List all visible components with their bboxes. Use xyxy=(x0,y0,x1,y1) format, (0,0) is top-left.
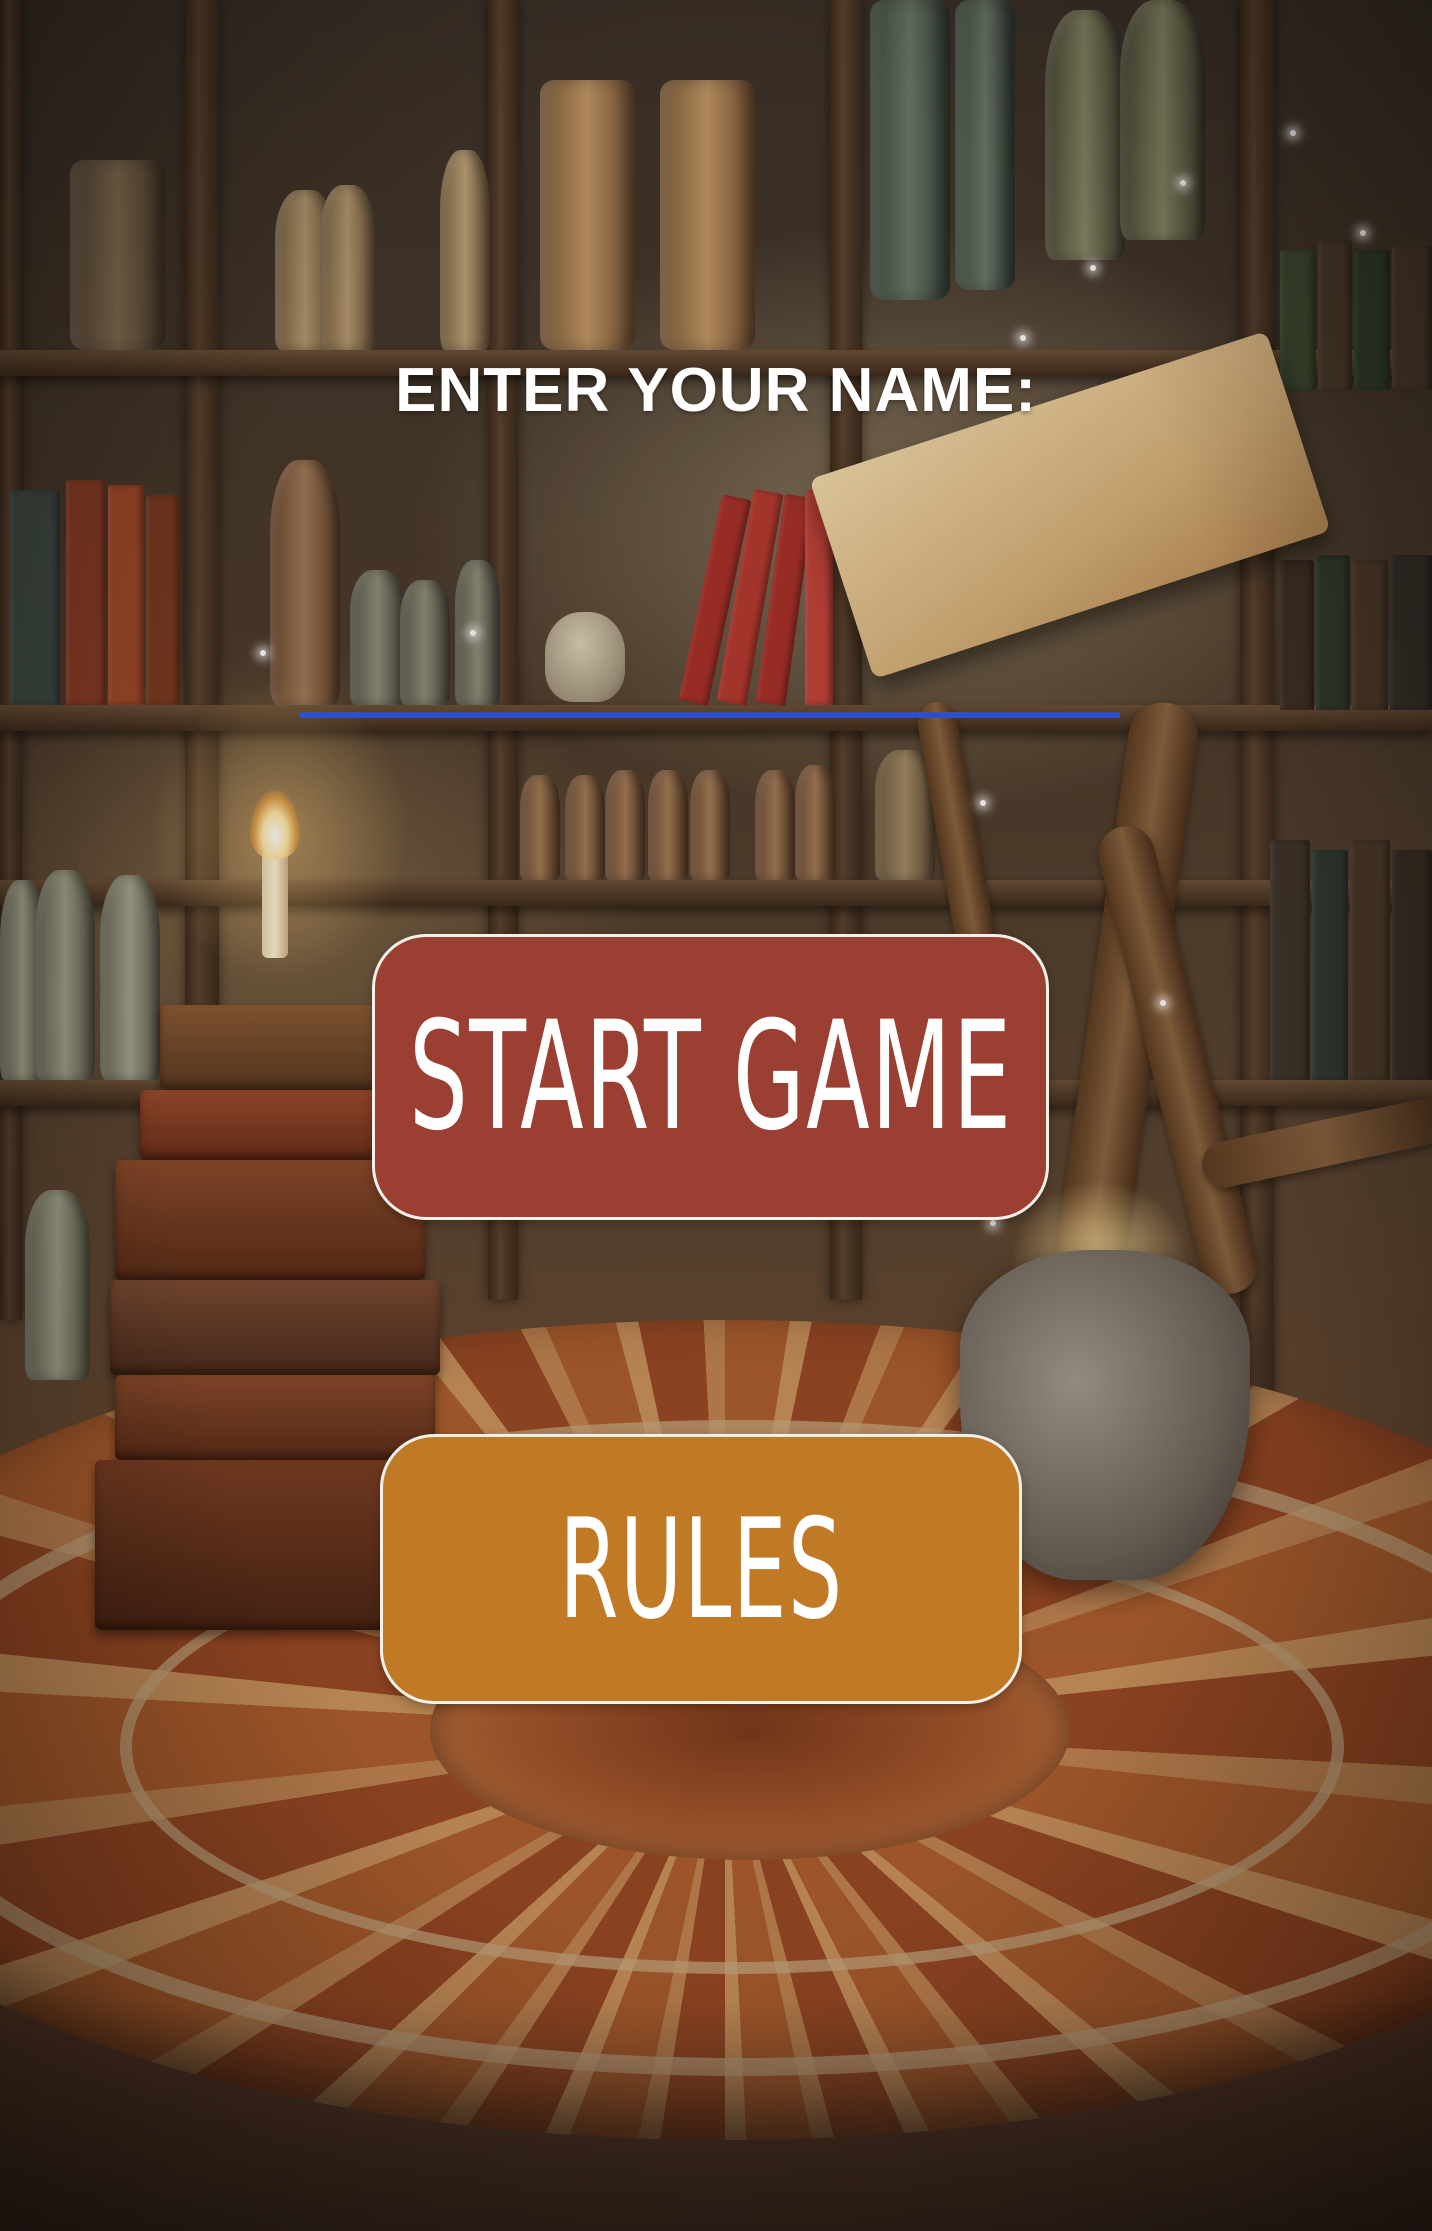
rules-label: RULES xyxy=(558,1488,844,1650)
name-input[interactable] xyxy=(300,612,1120,718)
rules-button[interactable]: RULES xyxy=(380,1434,1022,1704)
start-game-button[interactable]: START GAME xyxy=(372,934,1049,1220)
name-prompt-label: ENTER YOUR NAME: xyxy=(395,356,1037,425)
game-start-screen: ENTER YOUR NAME: START GAME RULES xyxy=(0,0,1432,2231)
start-game-label: START GAME xyxy=(408,990,1013,1164)
